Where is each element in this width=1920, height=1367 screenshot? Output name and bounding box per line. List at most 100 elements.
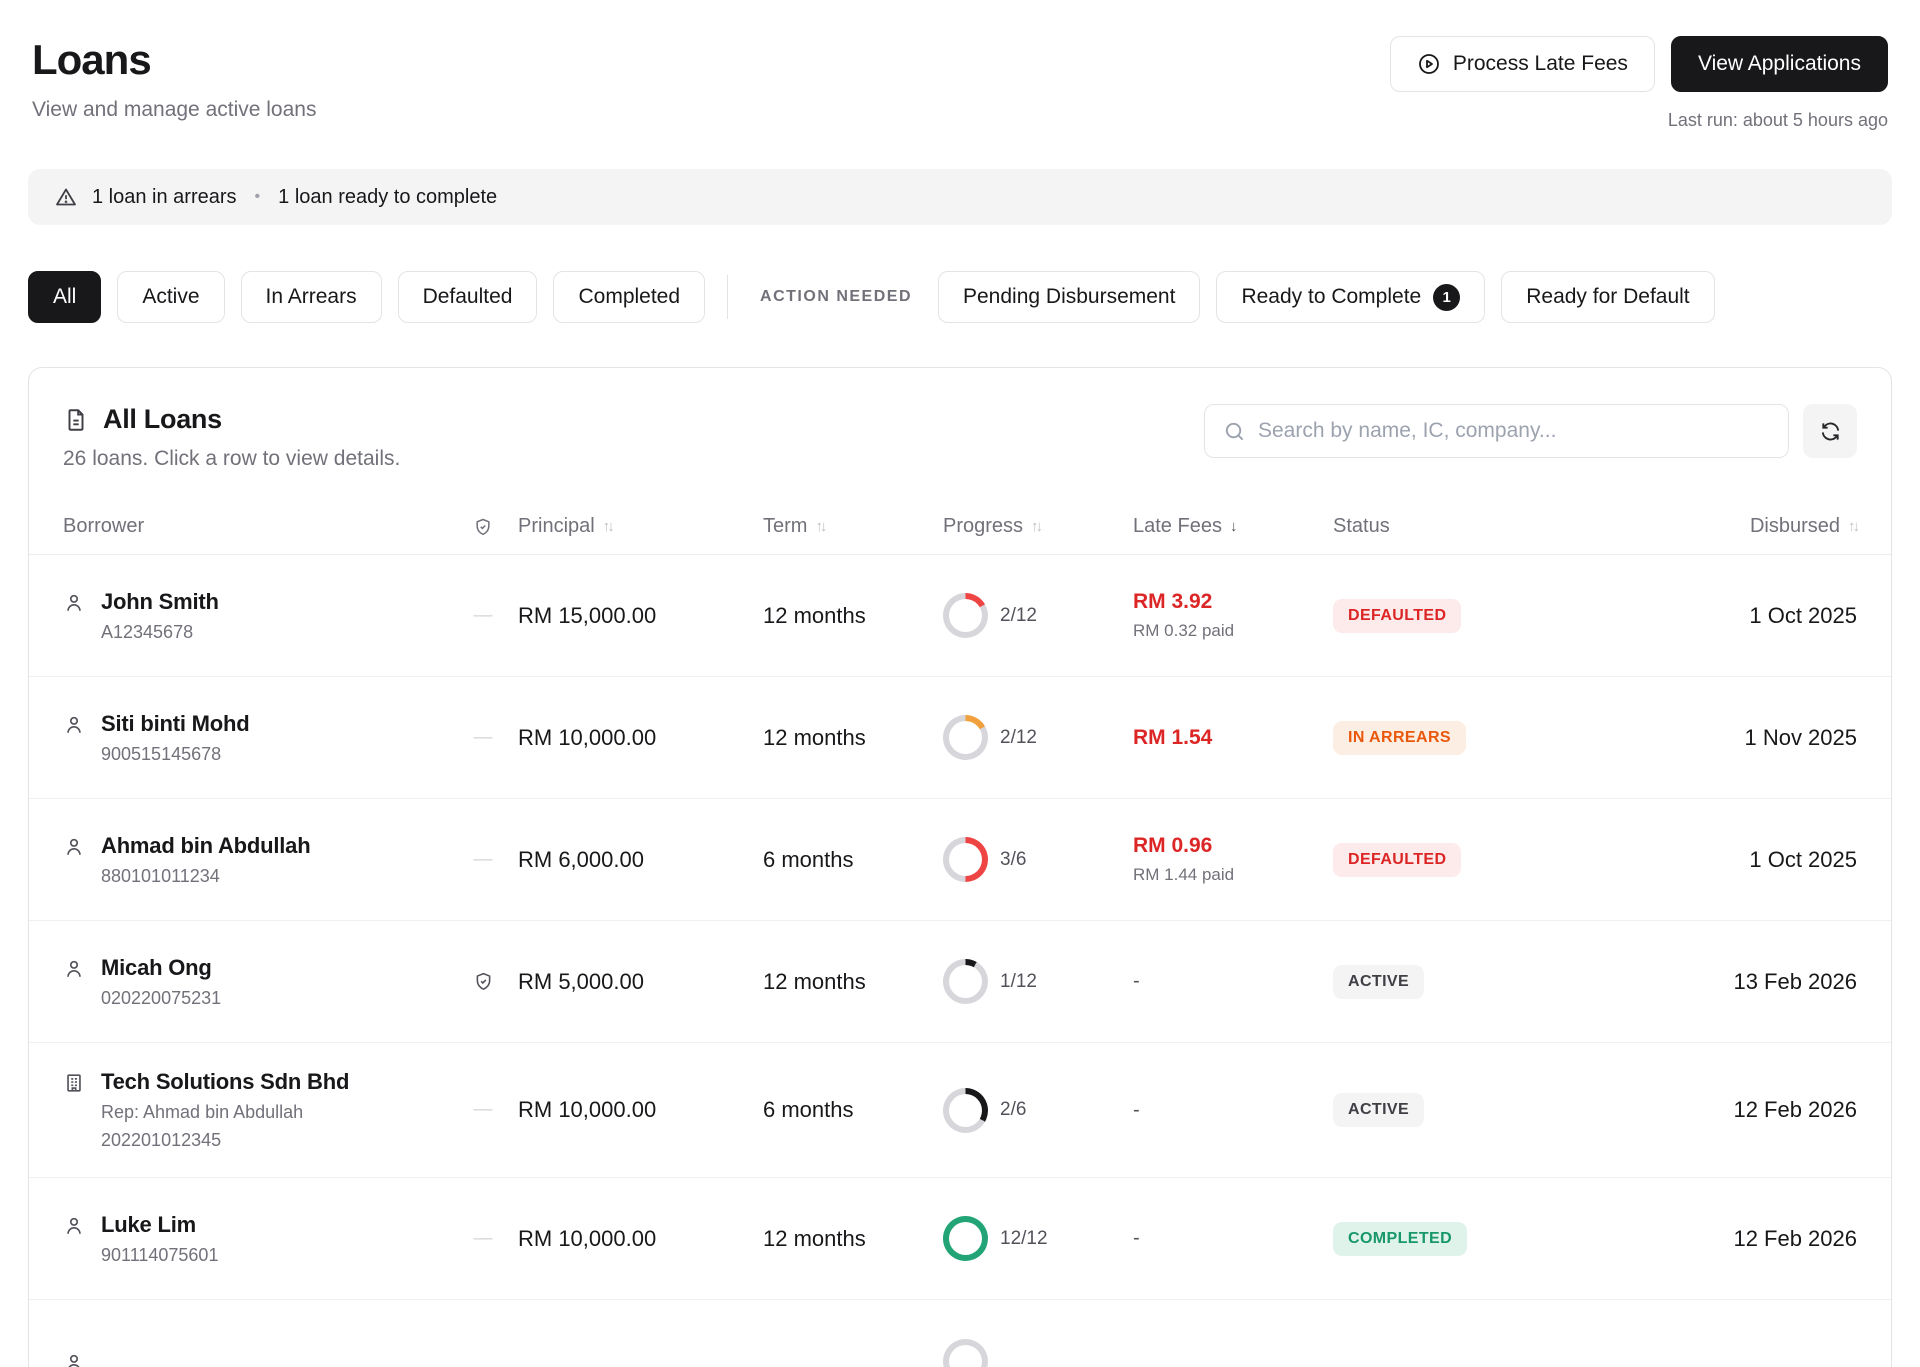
principal-cell: RM 15,000.00 [518, 603, 763, 629]
progress-donut [943, 715, 988, 760]
empty-dash: — [474, 849, 493, 871]
column-header-disbursed[interactable]: Disbursed↑↓ [1653, 515, 1857, 538]
process-late-fees-button[interactable]: Process Late Fees [1390, 36, 1655, 92]
loans-page: Loans View and manage active loans Proce… [0, 0, 1920, 1367]
table-row[interactable]: Siti binti Mohd900515145678—RM 10,000.00… [29, 677, 1891, 799]
late-fees-cell: - [1133, 1227, 1333, 1250]
progress-label: 2/12 [1000, 605, 1037, 627]
loans-card-header: All Loans 26 loans. Click a row to view … [29, 368, 1891, 499]
status-filter-tabs: All Active In Arrears Defaulted Completed [28, 271, 705, 323]
disbursed-cell: 12 Feb 2026 [1653, 1097, 1857, 1123]
late-fee-paid: RM 1.44 paid [1133, 865, 1333, 885]
loans-card-header-right [1204, 404, 1857, 458]
column-header-principal[interactable]: Principal ↑↓ [518, 515, 763, 538]
guarantor-cell [448, 971, 518, 992]
search-input[interactable] [1258, 419, 1770, 443]
principal-cell: RM 10,000.00 [518, 1226, 763, 1252]
progress-label: 2/12 [1000, 727, 1037, 749]
view-applications-label: View Applications [1698, 52, 1861, 76]
tab-completed[interactable]: Completed [553, 271, 705, 323]
tab-ready-for-default[interactable]: Ready for Default [1501, 271, 1714, 323]
tab-in-arrears[interactable]: In Arrears [241, 271, 382, 323]
page-header-right: Process Late Fees View Applications Last… [1390, 36, 1888, 131]
refresh-button[interactable] [1803, 404, 1857, 458]
principal-cell: RM 6,000.00 [518, 847, 763, 873]
action-needed-label: ACTION NEEDED [760, 288, 912, 306]
loans-card: All Loans 26 loans. Click a row to view … [28, 367, 1892, 1367]
view-applications-button[interactable]: View Applications [1671, 36, 1888, 92]
status-badge: DEFAULTED [1333, 843, 1461, 877]
borrower-id: 901114075601 [101, 1245, 218, 1266]
column-header-progress[interactable]: Progress↑↓ [943, 515, 1133, 538]
tab-all[interactable]: All [28, 271, 101, 323]
term-cell: 6 months [763, 1097, 943, 1123]
guarantor-cell: — [448, 1228, 518, 1250]
status-badge: DEFAULTED [1333, 599, 1461, 633]
status-badge: COMPLETED [1333, 1222, 1467, 1256]
refresh-icon [1819, 420, 1842, 443]
late-fee-amount: RM 0.96 [1133, 834, 1333, 858]
alert-ready-text: 1 loan ready to complete [278, 186, 497, 209]
progress-label: 12/12 [1000, 1228, 1048, 1250]
progress-cell: 3/6 [943, 837, 1133, 882]
empty-dash: — [474, 727, 493, 749]
table-row[interactable]: John SmithA12345678—RM 15,000.0012 month… [29, 555, 1891, 677]
borrower-id: 900515145678 [101, 744, 250, 765]
status-cell: ACTIVE [1333, 965, 1653, 999]
progress-label: 1/12 [1000, 971, 1037, 993]
loans-card-header-left: All Loans 26 loans. Click a row to view … [63, 404, 400, 471]
progress-donut [943, 1216, 988, 1261]
guarantor-cell: — [448, 1099, 518, 1121]
progress-donut [943, 593, 988, 638]
person-icon [63, 958, 85, 980]
search-box[interactable] [1204, 404, 1789, 458]
column-header-term[interactable]: Term↑↓ [763, 515, 943, 538]
guarantor-cell: — [448, 727, 518, 749]
term-cell: 12 months [763, 1226, 943, 1252]
person-icon [63, 714, 85, 736]
column-header-borrower: Borrower [63, 515, 448, 538]
borrower-cell: Luke Lim901114075601 [63, 1212, 448, 1266]
table-row[interactable]: Luke Lim901114075601—RM 10,000.0012 mont… [29, 1178, 1891, 1300]
table-row[interactable]: Micah Ong020220075231RM 5,000.0012 month… [29, 921, 1891, 1043]
status-cell: DEFAULTED [1333, 843, 1653, 877]
status-badge: IN ARREARS [1333, 721, 1466, 755]
progress-cell: 2/12 [943, 593, 1133, 638]
table-row[interactable]: Ahmad bin Abdullah880101011234—RM 6,000.… [29, 799, 1891, 921]
disbursed-cell: 13 Feb 2026 [1653, 969, 1857, 995]
table-row[interactable]: Tech Solutions Sdn BhdRep: Ahmad bin Abd… [29, 1043, 1891, 1178]
progress-label: 2/6 [1000, 1099, 1026, 1121]
late-fees-cell: RM 3.92RM 0.32 paid [1133, 590, 1333, 641]
loans-card-subtitle: 26 loans. Click a row to view details. [63, 447, 400, 471]
tab-label: Defaulted [423, 285, 513, 309]
table-row[interactable] [29, 1300, 1891, 1367]
tab-defaulted[interactable]: Defaulted [398, 271, 538, 323]
status-cell: COMPLETED [1333, 1222, 1653, 1256]
person-icon [63, 1352, 85, 1367]
guarantor-cell: — [448, 605, 518, 627]
building-icon [63, 1072, 85, 1094]
column-label: Principal [518, 515, 595, 538]
term-cell: 12 months [763, 603, 943, 629]
tab-label: Completed [578, 285, 680, 309]
page-subtitle: View and manage active loans [32, 98, 316, 122]
empty-dash: — [474, 605, 493, 627]
column-header-status: Status [1333, 515, 1653, 538]
tab-pending-disbursement[interactable]: Pending Disbursement [938, 271, 1200, 323]
tab-active[interactable]: Active [117, 271, 224, 323]
progress-cell: 1/12 [943, 959, 1133, 1004]
column-header-late-fees[interactable]: Late Fees↓ [1133, 515, 1333, 538]
late-fee-none: - [1133, 1227, 1140, 1249]
tab-ready-to-complete[interactable]: Ready to Complete1 [1216, 271, 1485, 323]
page-title: Loans [32, 36, 316, 84]
column-label: Progress [943, 515, 1023, 538]
late-fee-none: - [1133, 970, 1140, 992]
column-label: Late Fees [1133, 515, 1222, 538]
file-icon [63, 407, 89, 433]
principal-cell: RM 10,000.00 [518, 725, 763, 751]
late-fee-none: - [1133, 1099, 1140, 1121]
borrower-cell: Micah Ong020220075231 [63, 955, 448, 1009]
sort-icon: ↑↓ [603, 518, 612, 535]
late-fees-cell: - [1133, 970, 1333, 993]
column-label: Disbursed [1750, 515, 1840, 538]
